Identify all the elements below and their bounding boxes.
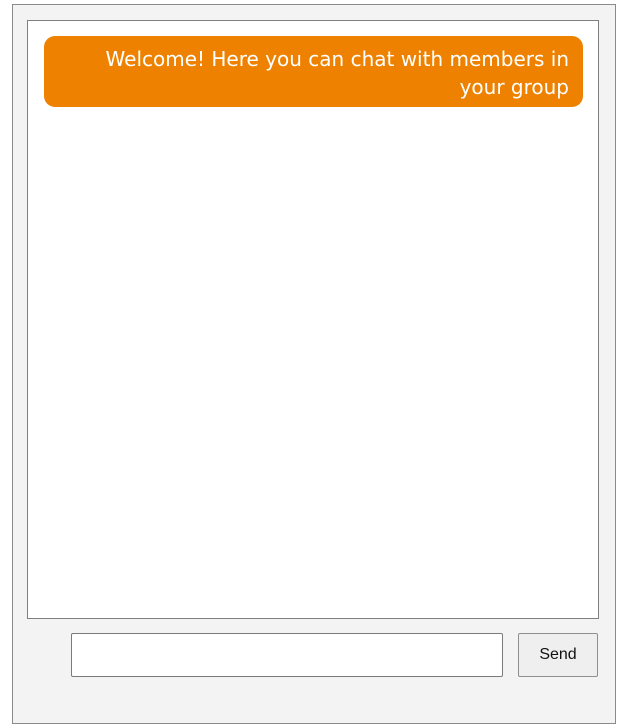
- chat-panel: Welcome! Here you can chat with members …: [12, 4, 616, 724]
- send-button[interactable]: Send: [518, 633, 598, 677]
- chat-messages-area[interactable]: Welcome! Here you can chat with members …: [27, 20, 599, 619]
- welcome-message-text: Welcome! Here you can chat with members …: [105, 47, 569, 99]
- compose-bar: Send: [13, 633, 617, 679]
- message-input[interactable]: [71, 633, 503, 677]
- welcome-message-bubble: Welcome! Here you can chat with members …: [44, 36, 583, 107]
